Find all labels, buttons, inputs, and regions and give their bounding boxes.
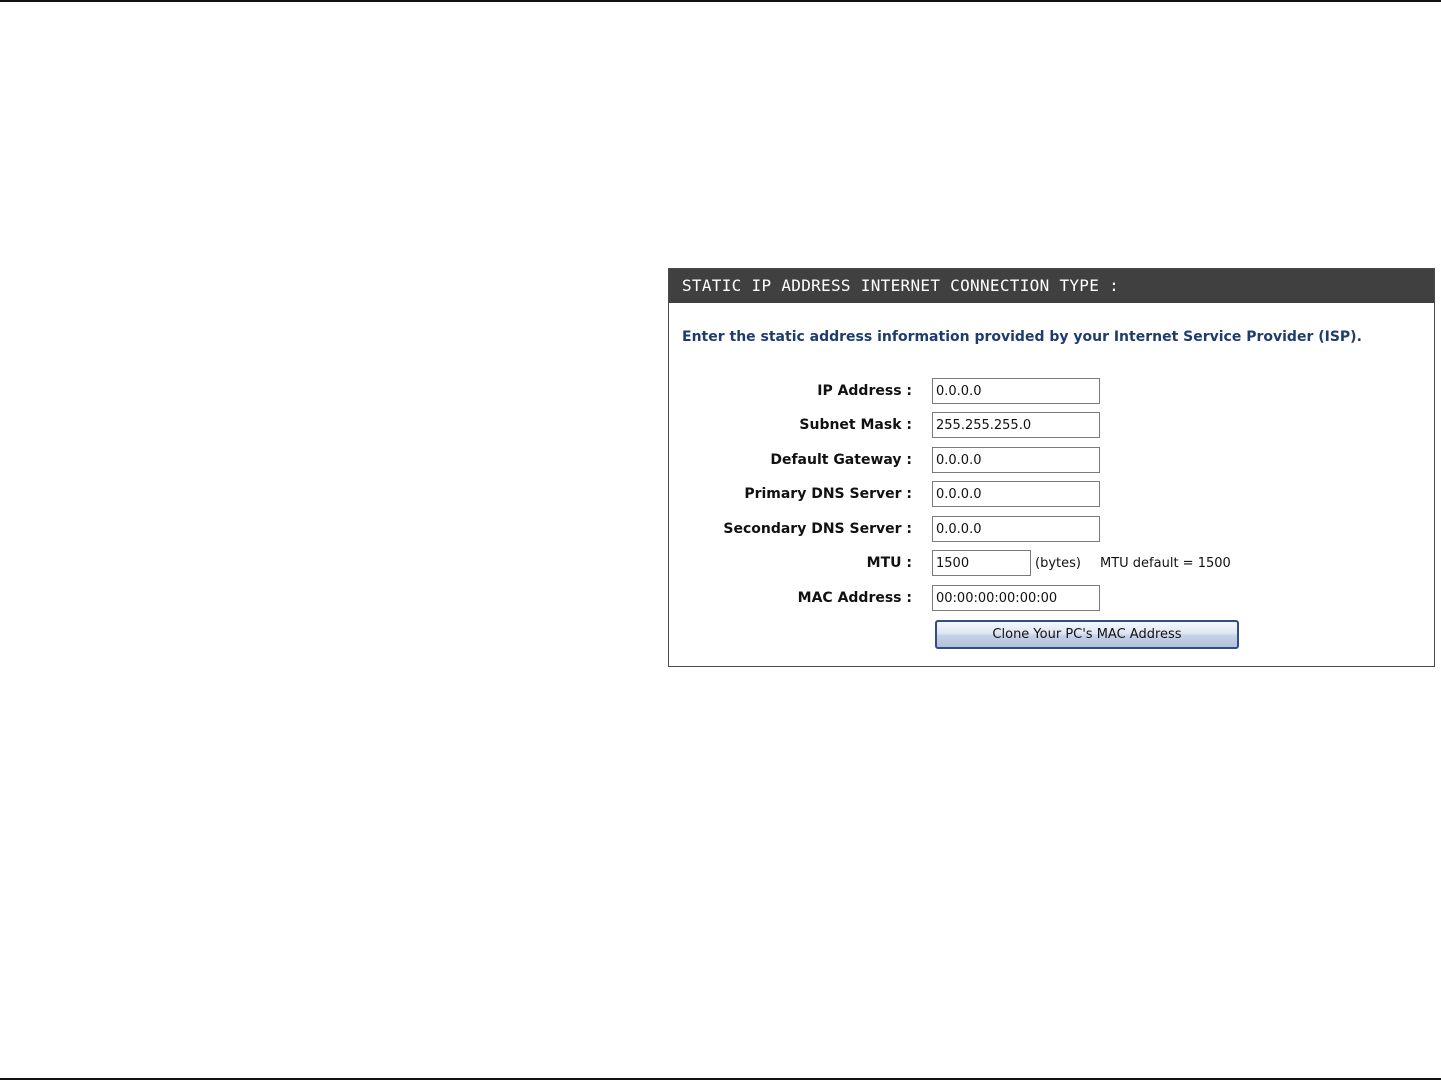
primary-dns-label: Primary DNS Server : (744, 486, 912, 502)
panel-intro-text: Enter the static address information pro… (682, 329, 1362, 345)
top-divider (0, 0, 1441, 2)
mtu-unit-text: (bytes) (1035, 556, 1081, 571)
page: STATIC IP ADDRESS INTERNET CONNECTION TY… (0, 0, 1441, 1081)
primary-dns-row: Primary DNS Server : (669, 481, 1429, 507)
subnet-mask-input[interactable] (932, 412, 1100, 438)
subnet-mask-label: Subnet Mask : (799, 417, 912, 433)
static-ip-panel: STATIC IP ADDRESS INTERNET CONNECTION TY… (668, 268, 1435, 667)
mac-address-row: MAC Address : (669, 585, 1429, 611)
mac-address-input[interactable] (932, 585, 1100, 611)
mtu-input[interactable] (932, 550, 1031, 576)
bottom-divider (0, 1078, 1441, 1080)
mac-address-label: MAC Address : (797, 590, 912, 606)
ip-address-input[interactable] (932, 378, 1100, 404)
secondary-dns-input[interactable] (932, 516, 1100, 542)
panel-title: STATIC IP ADDRESS INTERNET CONNECTION TY… (669, 269, 1434, 303)
ip-address-row: IP Address : (669, 378, 1429, 404)
mtu-label: MTU : (866, 555, 912, 571)
mtu-row: MTU : (bytes) MTU default = 1500 (669, 550, 1429, 576)
default-gateway-label: Default Gateway : (770, 452, 912, 468)
mtu-default-note: MTU default = 1500 (1100, 556, 1231, 571)
secondary-dns-label: Secondary DNS Server : (723, 521, 912, 537)
secondary-dns-row: Secondary DNS Server : (669, 516, 1429, 542)
primary-dns-input[interactable] (932, 481, 1100, 507)
ip-address-label: IP Address : (817, 383, 912, 399)
default-gateway-input[interactable] (932, 447, 1100, 473)
subnet-mask-row: Subnet Mask : (669, 412, 1429, 438)
clone-mac-address-button[interactable]: Clone Your PC's MAC Address (935, 620, 1239, 649)
default-gateway-row: Default Gateway : (669, 447, 1429, 473)
